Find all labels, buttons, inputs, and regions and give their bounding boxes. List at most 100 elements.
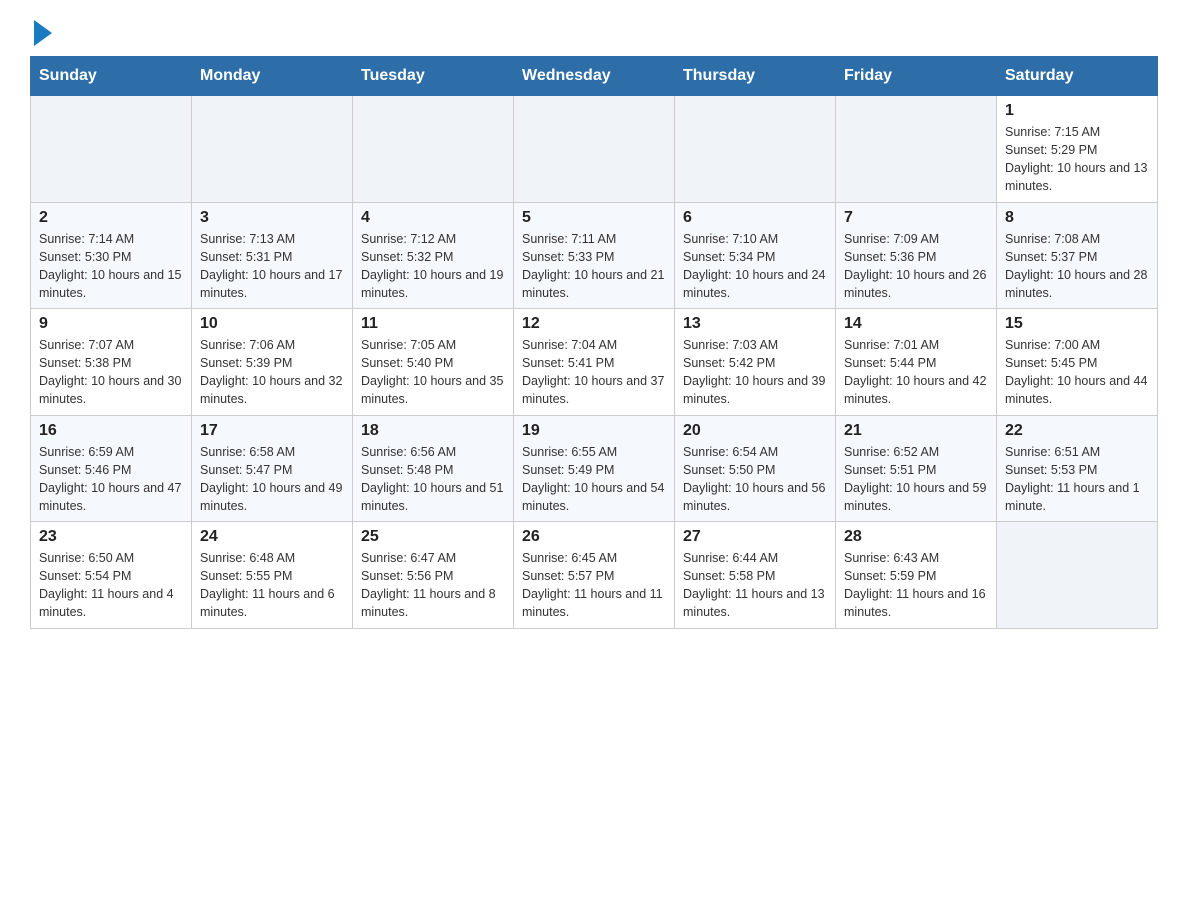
day-info: Sunrise: 7:08 AM Sunset: 5:37 PM Dayligh… — [1005, 230, 1149, 303]
day-info: Sunrise: 7:14 AM Sunset: 5:30 PM Dayligh… — [39, 230, 183, 303]
day-number: 10 — [200, 315, 344, 333]
calendar-cell: 7 Sunrise: 7:09 AM Sunset: 5:36 PM Daylig… — [836, 202, 997, 309]
calendar-cell: 9 Sunrise: 7:07 AM Sunset: 5:38 PM Daylig… — [31, 309, 192, 416]
calendar-cell — [31, 96, 192, 203]
calendar-cell: 5 Sunrise: 7:11 AM Sunset: 5:33 PM Daylig… — [514, 202, 675, 309]
calendar-cell: 28 Sunrise: 6:43 AM Sunset: 5:59 PM Dayli… — [836, 522, 997, 629]
calendar-cell — [997, 522, 1158, 629]
day-number: 21 — [844, 422, 988, 440]
calendar-cell: 20Sunrise: 6:54 AM Sunset: 5:50 PM Dayli… — [675, 415, 836, 522]
calendar-cell: 10 Sunrise: 7:06 AM Sunset: 5:39 PM Dayli… — [192, 309, 353, 416]
day-number: 1 — [1005, 102, 1149, 120]
weekday-header-monday: Monday — [192, 57, 353, 96]
day-info: Sunrise: 6:51 AM Sunset: 5:53 PM Dayligh… — [1005, 443, 1149, 516]
calendar-cell: 21 Sunrise: 6:52 AM Sunset: 5:51 PM Dayli… — [836, 415, 997, 522]
calendar-cell: 13 Sunrise: 7:03 AM Sunset: 5:42 PM Dayli… — [675, 309, 836, 416]
calendar-week-row: 23 Sunrise: 6:50 AM Sunset: 5:54 PM Dayli… — [31, 522, 1158, 629]
day-number: 19 — [522, 422, 666, 440]
day-info: Sunrise: 7:12 AM Sunset: 5:32 PM Dayligh… — [361, 230, 505, 303]
weekday-header-wednesday: Wednesday — [514, 57, 675, 96]
day-number: 4 — [361, 209, 505, 227]
day-number: 17 — [200, 422, 344, 440]
day-number: 2 — [39, 209, 183, 227]
calendar-week-row: 16 Sunrise: 6:59 AM Sunset: 5:46 PM Dayli… — [31, 415, 1158, 522]
weekday-header-sunday: Sunday — [31, 57, 192, 96]
day-number: 14 — [844, 315, 988, 333]
calendar-week-row: 9 Sunrise: 7:07 AM Sunset: 5:38 PM Daylig… — [31, 309, 1158, 416]
calendar-cell: 11 Sunrise: 7:05 AM Sunset: 5:40 PM Dayli… — [353, 309, 514, 416]
calendar-cell: 4 Sunrise: 7:12 AM Sunset: 5:32 PM Daylig… — [353, 202, 514, 309]
day-info: Sunrise: 6:58 AM Sunset: 5:47 PM Dayligh… — [200, 443, 344, 516]
calendar-cell — [836, 96, 997, 203]
day-number: 27 — [683, 528, 827, 546]
day-number: 18 — [361, 422, 505, 440]
day-info: Sunrise: 7:10 AM Sunset: 5:34 PM Dayligh… — [683, 230, 827, 303]
day-number: 13 — [683, 315, 827, 333]
day-info: Sunrise: 6:48 AM Sunset: 5:55 PM Dayligh… — [200, 549, 344, 622]
day-number: 26 — [522, 528, 666, 546]
calendar-week-row: 2 Sunrise: 7:14 AM Sunset: 5:30 PM Daylig… — [31, 202, 1158, 309]
day-info: Sunrise: 7:11 AM Sunset: 5:33 PM Dayligh… — [522, 230, 666, 303]
day-number: 24 — [200, 528, 344, 546]
calendar-cell: 8 Sunrise: 7:08 AM Sunset: 5:37 PM Daylig… — [997, 202, 1158, 309]
day-number: 6 — [683, 209, 827, 227]
day-number: 8 — [1005, 209, 1149, 227]
weekday-header-saturday: Saturday — [997, 57, 1158, 96]
day-number: 15 — [1005, 315, 1149, 333]
calendar-cell: 12 Sunrise: 7:04 AM Sunset: 5:41 PM Dayli… — [514, 309, 675, 416]
day-number: 5 — [522, 209, 666, 227]
calendar-cell: 22 Sunrise: 6:51 AM Sunset: 5:53 PM Dayli… — [997, 415, 1158, 522]
day-info: Sunrise: 7:13 AM Sunset: 5:31 PM Dayligh… — [200, 230, 344, 303]
day-number: 11 — [361, 315, 505, 333]
weekday-header-thursday: Thursday — [675, 57, 836, 96]
calendar-cell: 1 Sunrise: 7:15 AM Sunset: 5:29 PM Daylig… — [997, 96, 1158, 203]
day-info: Sunrise: 7:01 AM Sunset: 5:44 PM Dayligh… — [844, 336, 988, 409]
calendar-cell: 3 Sunrise: 7:13 AM Sunset: 5:31 PM Daylig… — [192, 202, 353, 309]
day-number: 22 — [1005, 422, 1149, 440]
day-info: Sunrise: 7:03 AM Sunset: 5:42 PM Dayligh… — [683, 336, 827, 409]
calendar-cell: 16 Sunrise: 6:59 AM Sunset: 5:46 PM Dayli… — [31, 415, 192, 522]
weekday-header-row: SundayMondayTuesdayWednesdayThursdayFrid… — [31, 57, 1158, 96]
calendar-cell: 23 Sunrise: 6:50 AM Sunset: 5:54 PM Dayli… — [31, 522, 192, 629]
day-info: Sunrise: 6:55 AM Sunset: 5:49 PM Dayligh… — [522, 443, 666, 516]
day-info: Sunrise: 7:05 AM Sunset: 5:40 PM Dayligh… — [361, 336, 505, 409]
day-number: 12 — [522, 315, 666, 333]
calendar-cell: 2 Sunrise: 7:14 AM Sunset: 5:30 PM Daylig… — [31, 202, 192, 309]
day-info: Sunrise: 6:47 AM Sunset: 5:56 PM Dayligh… — [361, 549, 505, 622]
calendar-cell — [353, 96, 514, 203]
day-info: Sunrise: 6:56 AM Sunset: 5:48 PM Dayligh… — [361, 443, 505, 516]
calendar-cell: 15 Sunrise: 7:00 AM Sunset: 5:45 PM Dayli… — [997, 309, 1158, 416]
calendar-cell: 24 Sunrise: 6:48 AM Sunset: 5:55 PM Dayli… — [192, 522, 353, 629]
calendar-cell: 18 Sunrise: 6:56 AM Sunset: 5:48 PM Dayli… — [353, 415, 514, 522]
logo-arrow-icon — [34, 20, 52, 46]
day-info: Sunrise: 7:04 AM Sunset: 5:41 PM Dayligh… — [522, 336, 666, 409]
day-info: Sunrise: 6:45 AM Sunset: 5:57 PM Dayligh… — [522, 549, 666, 622]
weekday-header-friday: Friday — [836, 57, 997, 96]
day-number: 3 — [200, 209, 344, 227]
day-number: 9 — [39, 315, 183, 333]
calendar-cell: 26 Sunrise: 6:45 AM Sunset: 5:57 PM Dayli… — [514, 522, 675, 629]
day-info: Sunrise: 6:43 AM Sunset: 5:59 PM Dayligh… — [844, 549, 988, 622]
calendar-cell — [192, 96, 353, 203]
day-info: Sunrise: 7:09 AM Sunset: 5:36 PM Dayligh… — [844, 230, 988, 303]
day-number: 16 — [39, 422, 183, 440]
day-info: Sunrise: 7:07 AM Sunset: 5:38 PM Dayligh… — [39, 336, 183, 409]
weekday-header-tuesday: Tuesday — [353, 57, 514, 96]
logo — [30, 20, 52, 46]
day-info: Sunrise: 6:50 AM Sunset: 5:54 PM Dayligh… — [39, 549, 183, 622]
day-number: 23 — [39, 528, 183, 546]
day-info: Sunrise: 7:00 AM Sunset: 5:45 PM Dayligh… — [1005, 336, 1149, 409]
day-info: Sunrise: 6:59 AM Sunset: 5:46 PM Dayligh… — [39, 443, 183, 516]
calendar-cell — [675, 96, 836, 203]
day-info: Sunrise: 7:15 AM Sunset: 5:29 PM Dayligh… — [1005, 123, 1149, 196]
day-number: 28 — [844, 528, 988, 546]
calendar-cell: 6 Sunrise: 7:10 AM Sunset: 5:34 PM Daylig… — [675, 202, 836, 309]
day-info: Sunrise: 6:54 AM Sunset: 5:50 PM Dayligh… — [683, 443, 827, 516]
calendar-table: SundayMondayTuesdayWednesdayThursdayFrid… — [30, 56, 1158, 629]
day-number: 7 — [844, 209, 988, 227]
calendar-week-row: 1 Sunrise: 7:15 AM Sunset: 5:29 PM Daylig… — [31, 96, 1158, 203]
page-header — [30, 20, 1158, 46]
day-info: Sunrise: 7:06 AM Sunset: 5:39 PM Dayligh… — [200, 336, 344, 409]
day-info: Sunrise: 6:52 AM Sunset: 5:51 PM Dayligh… — [844, 443, 988, 516]
calendar-cell: 19 Sunrise: 6:55 AM Sunset: 5:49 PM Dayli… — [514, 415, 675, 522]
